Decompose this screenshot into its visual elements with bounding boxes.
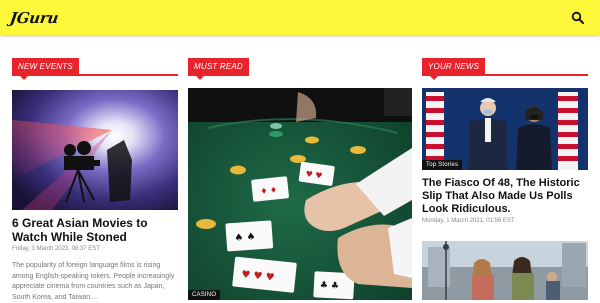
article-image-casino[interactable]: ♦ ♦ ♥ ♥ ♠ ♠ ♥ ♥ ♥ ♣ ♣ CASINO bbox=[188, 88, 412, 300]
category-badge-top-stories[interactable]: Top Stories bbox=[422, 160, 463, 170]
top-bar: JGuru bbox=[0, 0, 600, 35]
your-news-column: YOUR NEWS bbox=[422, 58, 588, 80]
article-title-politics[interactable]: The Fiasco Of 48, The Historic Slip That… bbox=[422, 177, 588, 217]
section-header: MUST READ bbox=[188, 58, 412, 80]
svg-text:♠ ♠: ♠ ♠ bbox=[234, 232, 256, 244]
article-excerpt-movies: The popularity of foreign language films… bbox=[12, 262, 175, 301]
svg-text:♣ ♣: ♣ ♣ bbox=[320, 281, 339, 292]
search-icon[interactable] bbox=[571, 11, 585, 25]
category-badge-casino[interactable]: CASINO bbox=[188, 290, 221, 300]
new-events-column: NEW EVENTS bbox=[12, 58, 178, 80]
site-logo[interactable]: JGuru bbox=[9, 9, 60, 27]
section-header: YOUR NEWS bbox=[422, 58, 588, 80]
section-header: NEW EVENTS bbox=[12, 58, 178, 80]
article-date-movies: Friday, 3 March 2023, 08:37 EST bbox=[12, 246, 100, 252]
must-read-column: MUST READ bbox=[188, 58, 412, 80]
section-rule bbox=[422, 74, 588, 76]
section-rule bbox=[12, 74, 178, 76]
article-image-politics[interactable]: Top Stories bbox=[422, 88, 588, 170]
article-image-movies[interactable] bbox=[12, 90, 178, 210]
section-tag-must-read[interactable]: MUST READ bbox=[188, 58, 249, 80]
article-title-movies[interactable]: 6 Great Asian Movies to Watch While Ston… bbox=[12, 216, 178, 245]
svg-text:♦ ♦: ♦ ♦ bbox=[260, 185, 278, 196]
article-date-politics: Monday, 1 March 2021, 01:56 EST bbox=[422, 218, 515, 224]
article-image-street[interactable] bbox=[422, 241, 588, 300]
